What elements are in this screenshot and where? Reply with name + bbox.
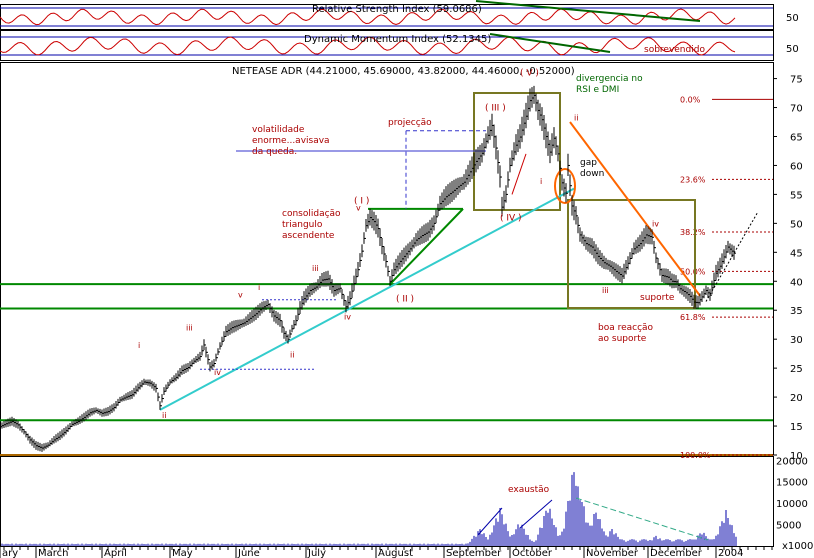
- wave-label-primary: ( V ): [520, 69, 539, 79]
- wave-label-primary: ( II ): [396, 295, 414, 305]
- wave-label-minor: ii: [290, 351, 294, 360]
- volume-tick-label: 10000: [776, 499, 808, 510]
- stock-chart: Relative Strength Index (59.0686) 50 Dynam…: [0, 0, 814, 558]
- price-tick-label: 15: [790, 422, 803, 433]
- price-tick-label: 35: [790, 306, 803, 317]
- background: [0, 0, 814, 558]
- volume-unit-label: x1000: [782, 541, 813, 552]
- annotation-exaustao: exaustão: [508, 485, 550, 495]
- wave-label-minor: i: [540, 177, 542, 186]
- annotation-volatilidade: da queda.: [252, 147, 297, 157]
- month-label: May: [172, 548, 193, 558]
- volume-tick-label: 5000: [776, 521, 801, 532]
- wave-label-minor: i: [258, 283, 260, 292]
- fibonacci-label: 38.2%: [680, 228, 706, 237]
- wave-label-minor: iii: [312, 264, 319, 273]
- price-tick-label: 45: [790, 248, 803, 259]
- annotation-gap: gap: [580, 158, 597, 168]
- wave-label-minor: iii: [186, 323, 193, 332]
- volume-tick-label: 15000: [776, 478, 808, 489]
- dmi-oversold-note: sobrevendido: [644, 45, 705, 55]
- fibonacci-label: 23.6%: [680, 175, 706, 184]
- price-tick-label: 70: [790, 104, 803, 115]
- annotation-boa-reaccao: ao suporte: [598, 334, 647, 344]
- month-axis: ary March April May June July August September O…: [0, 546, 773, 558]
- price-tick-label: 55: [790, 190, 803, 201]
- wave-label-minor: ii: [162, 411, 166, 420]
- annotation-boa-reaccao: boa reacção: [598, 323, 654, 333]
- wave-label-minor: iv: [652, 219, 659, 228]
- wave-label-minor: iii: [602, 286, 609, 295]
- price-tick-label: 25: [790, 364, 803, 375]
- wave-label-minor: v: [356, 204, 361, 213]
- wave-label-minor: ii: [574, 113, 578, 122]
- annotation-consolidacao: ascendente: [282, 231, 335, 241]
- month-label: April: [104, 548, 127, 558]
- price-tick-label: 40: [790, 277, 803, 288]
- wave-label-minor: v: [238, 290, 243, 299]
- dmi-label: Dynamic Momentum Index (52.1345): [304, 34, 491, 45]
- fibonacci-label: 61.8%: [680, 313, 706, 322]
- annotation-consolidacao: triangulo: [282, 220, 323, 230]
- price-tick-label: 60: [790, 161, 803, 172]
- annotation-volatilidade: volatilidade: [252, 125, 305, 135]
- wave-label-minor: iv: [344, 312, 351, 321]
- wave-label-primary: ( III ): [485, 103, 506, 113]
- annotation-projeccao: projecção: [388, 118, 432, 128]
- month-label: March: [38, 548, 68, 558]
- annotation-gap: down: [580, 169, 604, 179]
- price-tick-label: 65: [790, 132, 803, 143]
- price-tick-label: 75: [790, 75, 803, 86]
- dmi-tick: 50: [786, 44, 799, 55]
- rsi-tick: 50: [786, 13, 799, 24]
- month-label: September: [446, 548, 502, 558]
- wave-label-minor: i: [138, 341, 140, 350]
- month-label: July: [307, 548, 326, 558]
- price-tick-label: 30: [790, 335, 803, 346]
- annotation-volatilidade: enorme...avisava: [252, 136, 330, 146]
- volume-tick-label: 20000: [776, 456, 808, 467]
- rsi-label: Relative Strength Index (59.0686): [312, 4, 482, 15]
- fibonacci-label: 0.0%: [680, 95, 701, 104]
- wave-label-primary: ( IV ): [500, 213, 522, 223]
- price-tick-label: 20: [790, 393, 803, 404]
- annotation-divergencia: divergencia no: [576, 74, 643, 84]
- wave-label-minor: iv: [214, 368, 221, 377]
- month-label: June: [237, 548, 260, 558]
- annotation-suporte: suporte: [640, 293, 675, 303]
- fibonacci-label: 100.0%: [680, 451, 711, 460]
- price-tick-label: 50: [790, 219, 803, 230]
- annotation-consolidacao: consolidação: [282, 209, 341, 219]
- annotation-divergencia: RSI e DMI: [576, 85, 619, 95]
